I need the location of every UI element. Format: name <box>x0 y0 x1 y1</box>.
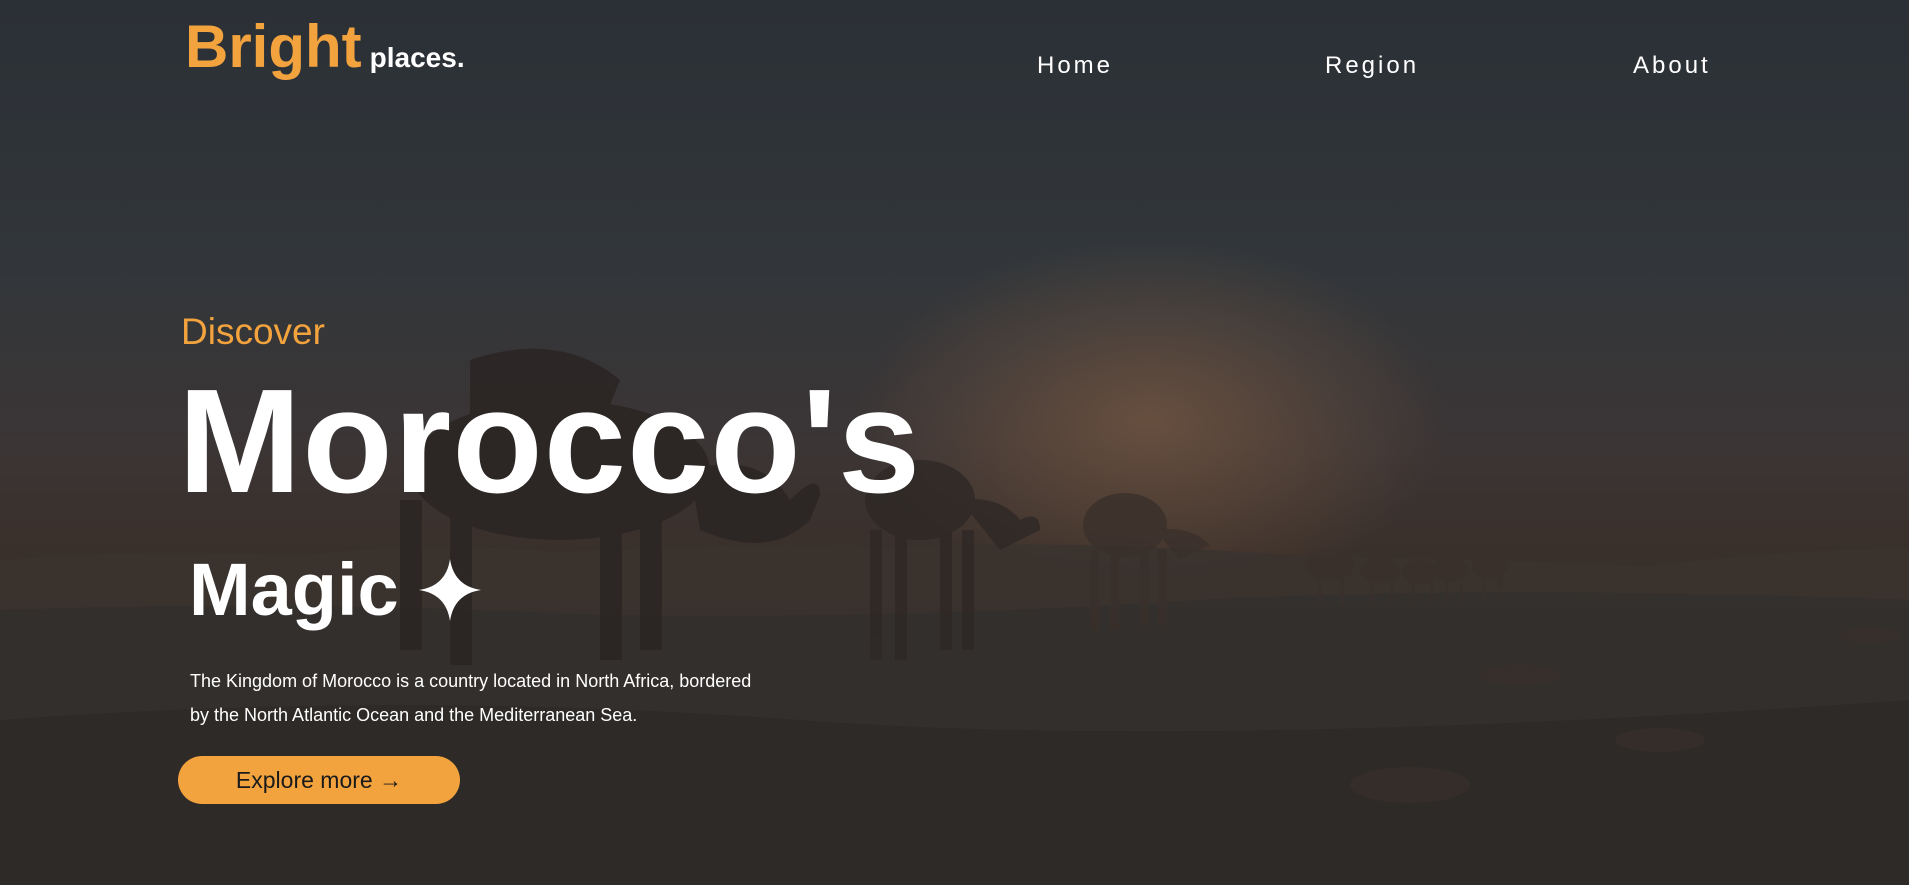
nav-item-home[interactable]: Home <box>1037 52 1113 80</box>
hero-description-line-2: by the North Atlantic Ocean and the Medi… <box>190 705 638 725</box>
nav-item-about[interactable]: About <box>1633 52 1711 80</box>
hero-subtitle-row: Magic <box>189 553 481 627</box>
hero-title: Morocco's <box>178 359 922 524</box>
hero-section: Bright places . Home Region About Discov… <box>0 0 1909 885</box>
explore-more-button[interactable]: Explore more → <box>178 756 460 804</box>
hero-subtitle: Magic <box>189 548 399 631</box>
hero-description: The Kingdom of Morocco is a country loca… <box>190 664 810 732</box>
hero-description-line-1: The Kingdom of Morocco is a country loca… <box>190 671 752 691</box>
sparkle-icon <box>418 559 481 621</box>
main-navigation: Home Region About <box>0 52 1909 82</box>
nav-item-region[interactable]: Region <box>1325 52 1419 80</box>
hero-eyebrow: Discover <box>181 311 325 352</box>
